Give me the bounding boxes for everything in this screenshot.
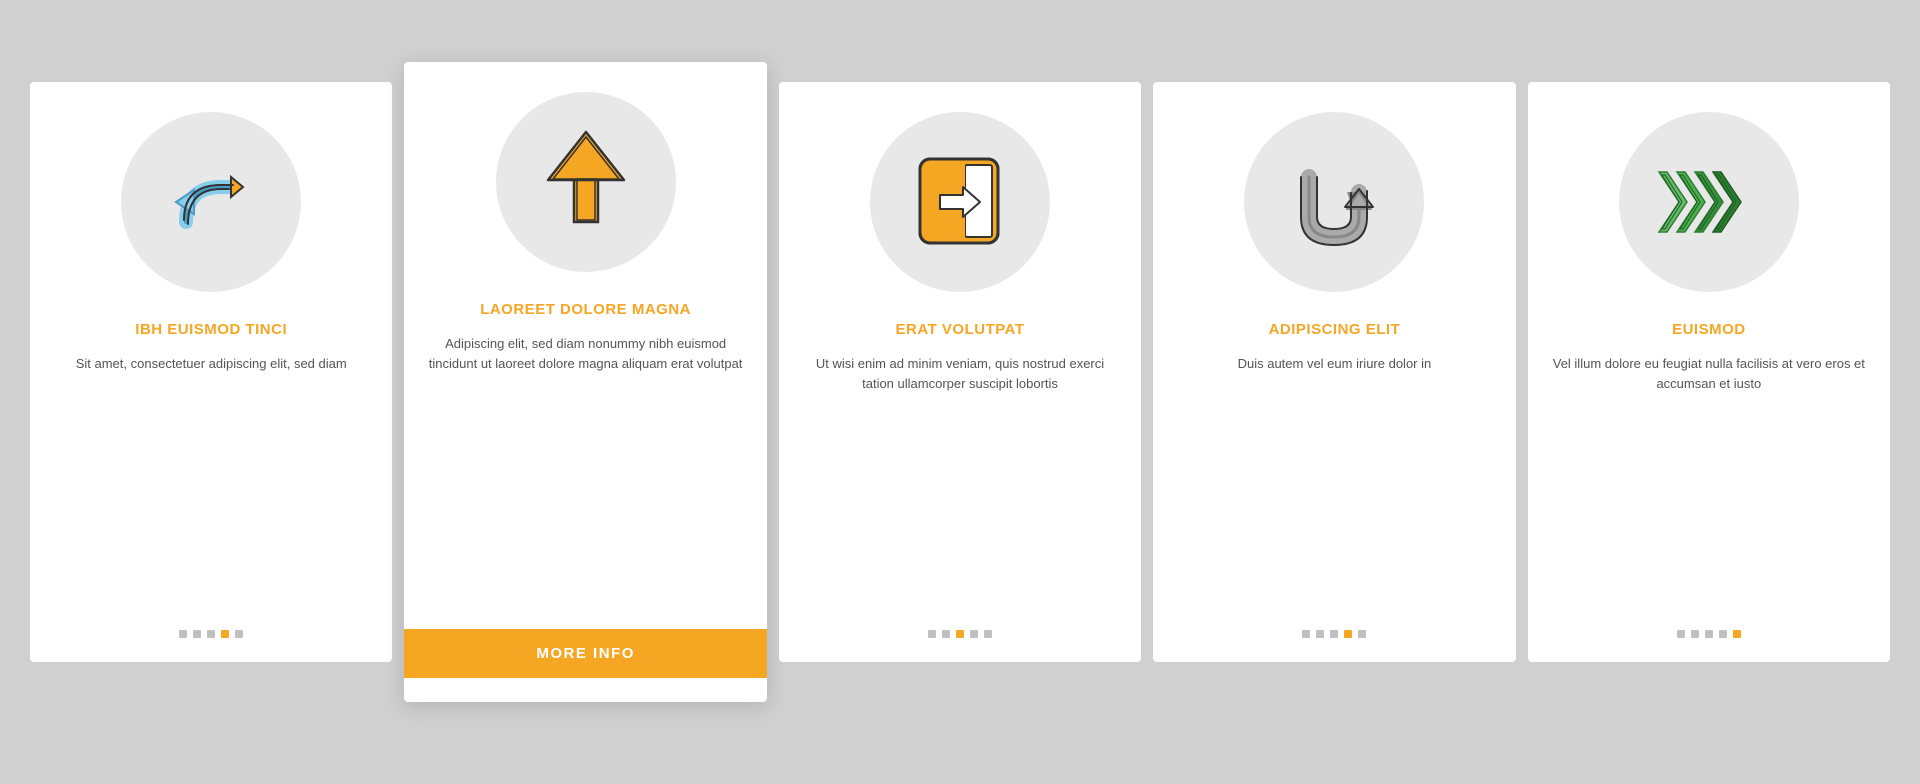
dot-3 (1705, 630, 1713, 638)
card-5-title: EUISMOD (1672, 320, 1746, 340)
enter-door-icon (905, 147, 1015, 257)
card-5-text: Vel illum dolore eu feugiat nulla facili… (1552, 354, 1866, 607)
dot-4 (970, 630, 978, 638)
turn-left-icon (156, 147, 266, 257)
arrow-up-icon (536, 122, 636, 242)
card-5: EUISMOD Vel illum dolore eu feugiat null… (1528, 82, 1890, 662)
dot-2 (193, 630, 201, 638)
card-1: IBH EUISMOD TINCI Sit amet, consectetuer… (30, 82, 392, 662)
card-1-text: Sit amet, consectetuer adipiscing elit, … (76, 354, 347, 607)
dot-5 (1733, 630, 1741, 638)
dot-3 (207, 630, 215, 638)
cards-container: IBH EUISMOD TINCI Sit amet, consectetuer… (30, 82, 1890, 702)
card-4: ADIPISCING ELIT Duis autem vel eum iriur… (1153, 82, 1515, 662)
card-1-title: IBH EUISMOD TINCI (135, 320, 287, 340)
card-5-dots (1677, 630, 1741, 638)
dot-2 (942, 630, 950, 638)
dot-5 (984, 630, 992, 638)
dot-1 (928, 630, 936, 638)
card-2: LAOREET DOLORE MAGNA Adipiscing elit, se… (404, 62, 766, 702)
dot-4 (221, 630, 229, 638)
card-4-title: ADIPISCING ELIT (1269, 320, 1401, 340)
dot-4 (1719, 630, 1727, 638)
dot-5 (235, 630, 243, 638)
card-1-icon-circle (121, 112, 301, 292)
dot-5 (1358, 630, 1366, 638)
card-2-title: LAOREET DOLORE MAGNA (480, 300, 691, 320)
u-turn-icon (1279, 147, 1389, 257)
dot-4 (1344, 630, 1352, 638)
card-3-text: Ut wisi enim ad minim veniam, quis nostr… (803, 354, 1117, 607)
dot-2 (1691, 630, 1699, 638)
card-1-dots (179, 630, 243, 638)
card-3-icon-circle (870, 112, 1050, 292)
card-2-icon-circle (496, 92, 676, 272)
card-3: ERAT VOLUTPAT Ut wisi enim ad minim veni… (779, 82, 1141, 662)
dot-3 (1330, 630, 1338, 638)
card-3-dots (928, 630, 992, 638)
more-info-button[interactable]: MORE INFO (404, 629, 766, 678)
dot-1 (1302, 630, 1310, 638)
card-4-icon-circle (1244, 112, 1424, 292)
dot-3 (956, 630, 964, 638)
dot-1 (1677, 630, 1685, 638)
dot-2 (1316, 630, 1324, 638)
card-4-text: Duis autem vel eum iriure dolor in (1238, 354, 1432, 607)
card-5-icon-circle (1619, 112, 1799, 292)
fast-forward-icon (1649, 157, 1769, 247)
card-2-text: Adipiscing elit, sed diam nonummy nibh e… (428, 334, 742, 610)
card-4-dots (1302, 630, 1366, 638)
dot-1 (179, 630, 187, 638)
card-3-title: ERAT VOLUTPAT (896, 320, 1025, 340)
